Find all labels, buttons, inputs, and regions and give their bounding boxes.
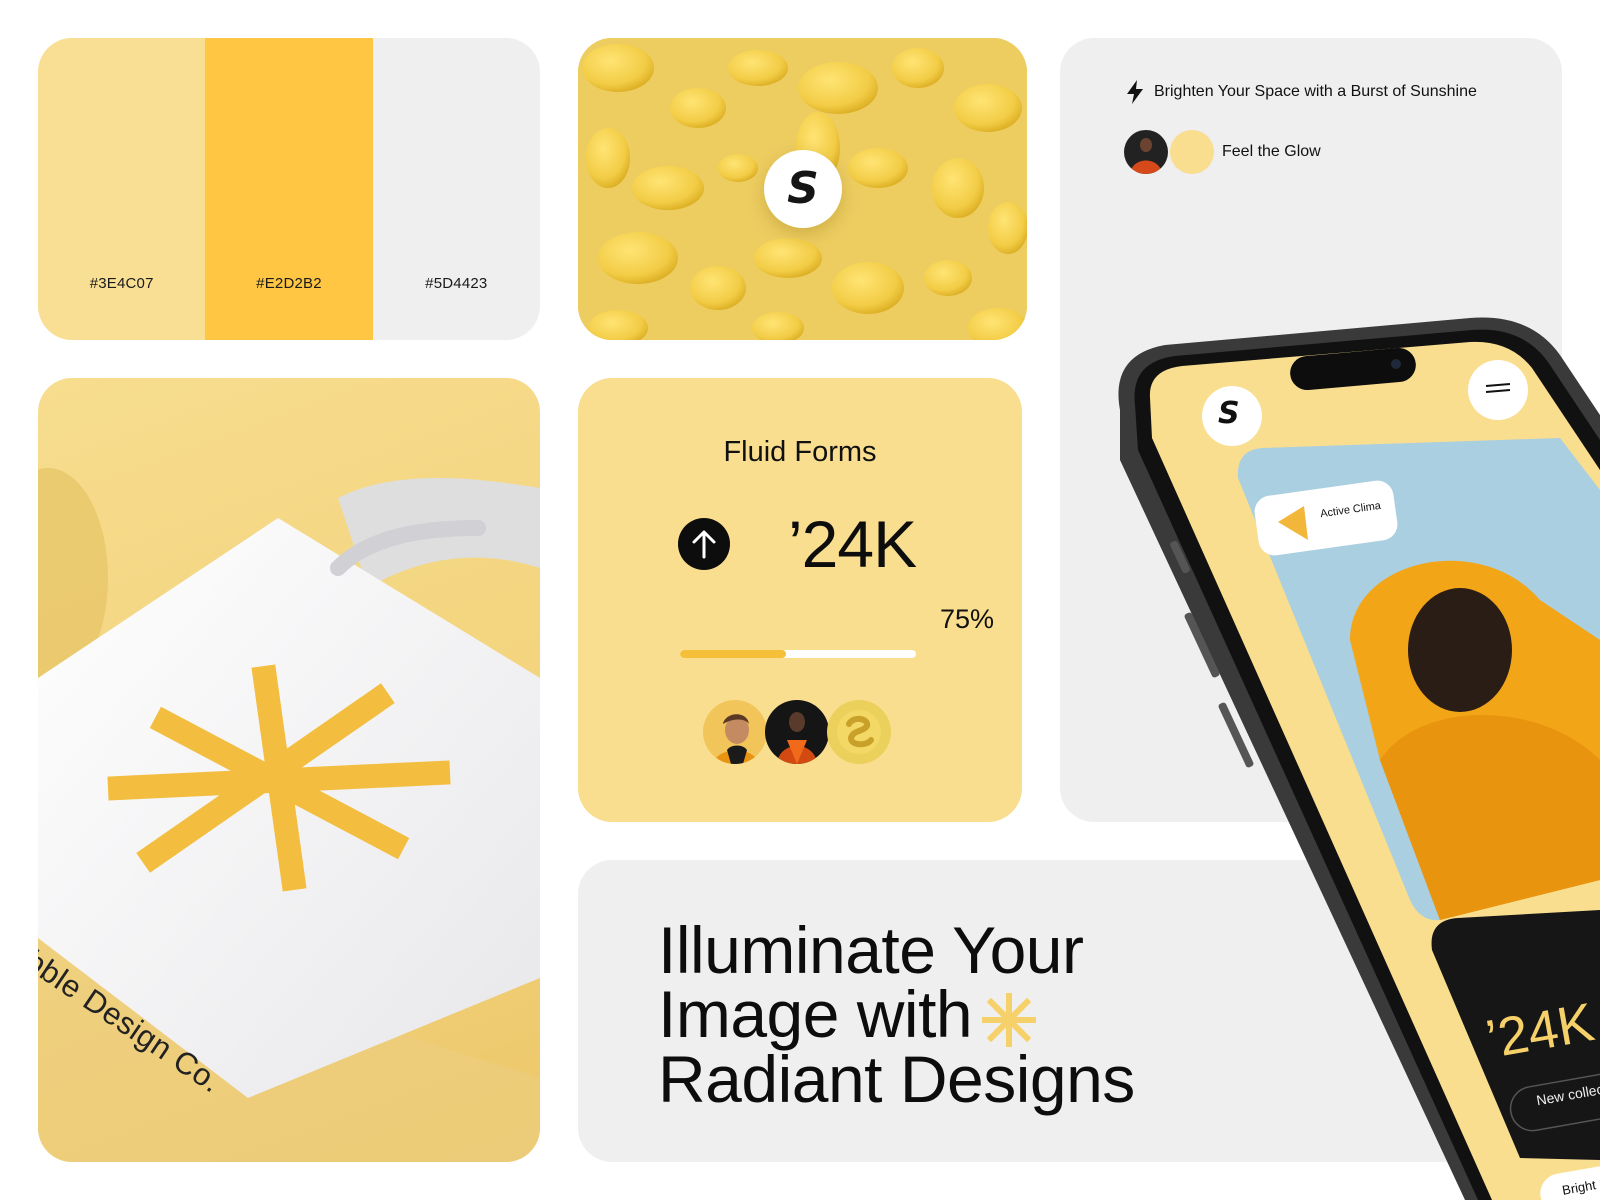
progress-fill [680,650,787,658]
headline-line-2-wrap: Image with [658,981,1135,1047]
headline-line-1: Illuminate Your [658,913,1084,987]
glow-label: Feel the Glow [1222,143,1321,160]
glow-avatar-image [1124,130,1168,174]
avatar-3-image [827,700,891,764]
stats-title: Fluid Forms [723,436,877,468]
color-palette-card: #3E4C07 #E2D2B2 #5D4423 [38,38,540,340]
phone-bottom-pill[interactable]: Bright [1561,1177,1597,1198]
headline-line-2: Image with [658,977,973,1051]
tote-bag-image [38,468,540,1162]
stats-card: Fluid Forms ’24K 75% [578,378,1022,822]
stats-value: ’24K [788,507,917,581]
glow-avatar [1124,130,1168,174]
tagline-row: Brighten Your Space with a Burst of Suns… [1126,80,1477,104]
arrow-up-icon [692,530,716,559]
arrow-up-button[interactable] [678,518,730,570]
swatch-1-label: #3E4C07 [89,275,154,292]
headline: Illuminate Your Image with Radiant Desig… [658,913,1135,1116]
avatar-3[interactable] [827,700,891,764]
tagline-text: Brighten Your Space with a Burst of Suns… [1154,83,1477,100]
headline-card: Illuminate Your Image with Radiant Desig… [578,860,1562,1162]
swatch-2: #E2D2B2 [205,38,373,340]
glow-row[interactable]: Feel the Glow [1124,130,1321,174]
asterisk-icon [982,992,1037,1047]
brand-logo-letter: S [787,163,819,214]
swatch-2-label: #E2D2B2 [256,275,322,292]
avatar-1-image [703,700,767,764]
progress-bar [680,650,916,658]
brand-logo: S [764,150,842,228]
promo-panel: Brighten Your Space with a Burst of Suns… [1060,38,1562,822]
glow-dot [1170,130,1214,174]
avatar-2[interactable] [765,700,829,764]
blob-texture-card: S [578,38,1027,340]
avatar-1[interactable] [703,700,767,764]
tote-bag-mockup-card: ubble Design Co. [38,378,540,1162]
swatch-1: #3E4C07 [38,38,206,340]
avatar-2-image [765,700,829,764]
progress-percent: 75% [939,604,994,634]
avatar-group [703,700,891,764]
swatch-3-label: #5D4423 [425,275,488,292]
headline-line-3: Radiant Designs [658,1041,1135,1116]
lightning-icon [1127,80,1143,104]
swatch-3: #5D4423 [372,38,540,340]
